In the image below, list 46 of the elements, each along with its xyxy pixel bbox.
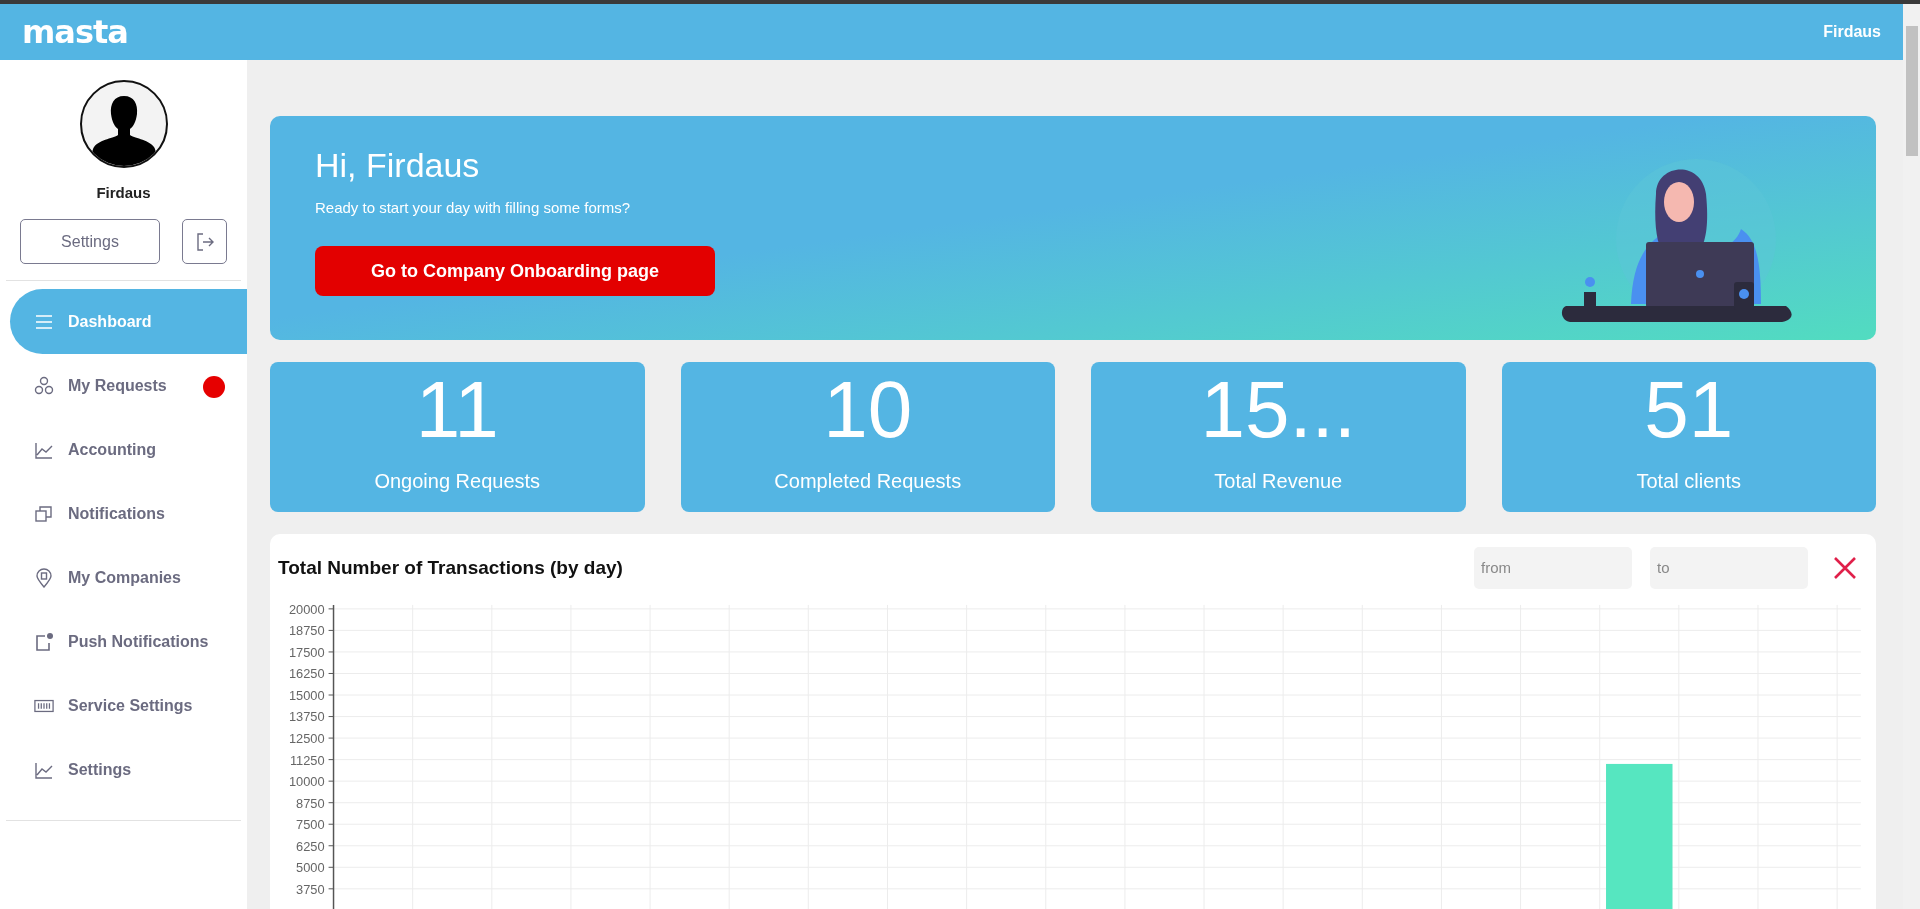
stat-value: 51 [1644,370,1734,450]
circles-icon [34,376,54,396]
y-tick-label: 12500 [288,731,325,747]
settings-button[interactable]: Settings [20,219,160,264]
map-pin-icon [34,568,54,588]
logout-button[interactable] [182,219,227,264]
copy-icon [34,504,54,524]
stat-value: 11 [415,370,499,450]
y-tick-label: 3750 [296,882,325,898]
stat-value: 10 [823,370,913,450]
y-tick-label: 6250 [296,839,325,855]
stat-label: Total clients [1636,470,1741,493]
stat-label: Total Revenue [1214,470,1343,493]
y-tick-label: 15000 [288,688,325,704]
y-tick-label: 20000 [288,602,325,618]
nav-item[interactable]: Settings [0,738,247,802]
stat-label: Completed Requests [774,470,962,493]
nav-item[interactable]: Notifications [0,482,247,546]
nav-item[interactable]: My Companies [0,546,247,610]
to-date-field[interactable]: to [1650,546,1808,589]
close-icon[interactable] [1832,554,1858,581]
y-tick-label: 8750 [296,795,325,811]
y-tick-label: 17500 [288,645,325,661]
onboarding-button[interactable]: Go to Company Onboarding page [315,246,715,296]
banner-subtitle: Ready to start your day with filling some forms? [315,199,632,216]
greeting: Hi, Firdaus [315,146,481,185]
logout-icon [194,231,215,252]
chart-title: Total Number of Transactions (by day) [278,556,624,579]
profile-name: Firdaus [95,184,152,201]
stat-label: Ongoing Requests [374,470,541,493]
y-tick-label: 18750 [288,623,325,639]
line-chart-icon [34,440,54,460]
notification-box-icon [34,632,54,652]
y-tick-label: 5000 [296,860,325,876]
y-tick-label: 7500 [296,817,325,833]
nav-item[interactable]: Service Settings [0,674,247,738]
from-date-field[interactable]: from [1474,546,1632,589]
line-chart-icon [34,760,54,780]
y-tick-label: 16250 [288,666,325,682]
y-tick-label: 11250 [289,752,325,768]
nav-item[interactable]: Push Notifications [0,610,247,674]
nav-item[interactable]: My Requests [0,354,247,418]
stat-value: 15... [1200,370,1357,450]
y-tick-label: 13750 [288,709,325,725]
nav-item[interactable]: Accounting [0,418,247,482]
y-tick-label: 10000 [288,774,325,790]
